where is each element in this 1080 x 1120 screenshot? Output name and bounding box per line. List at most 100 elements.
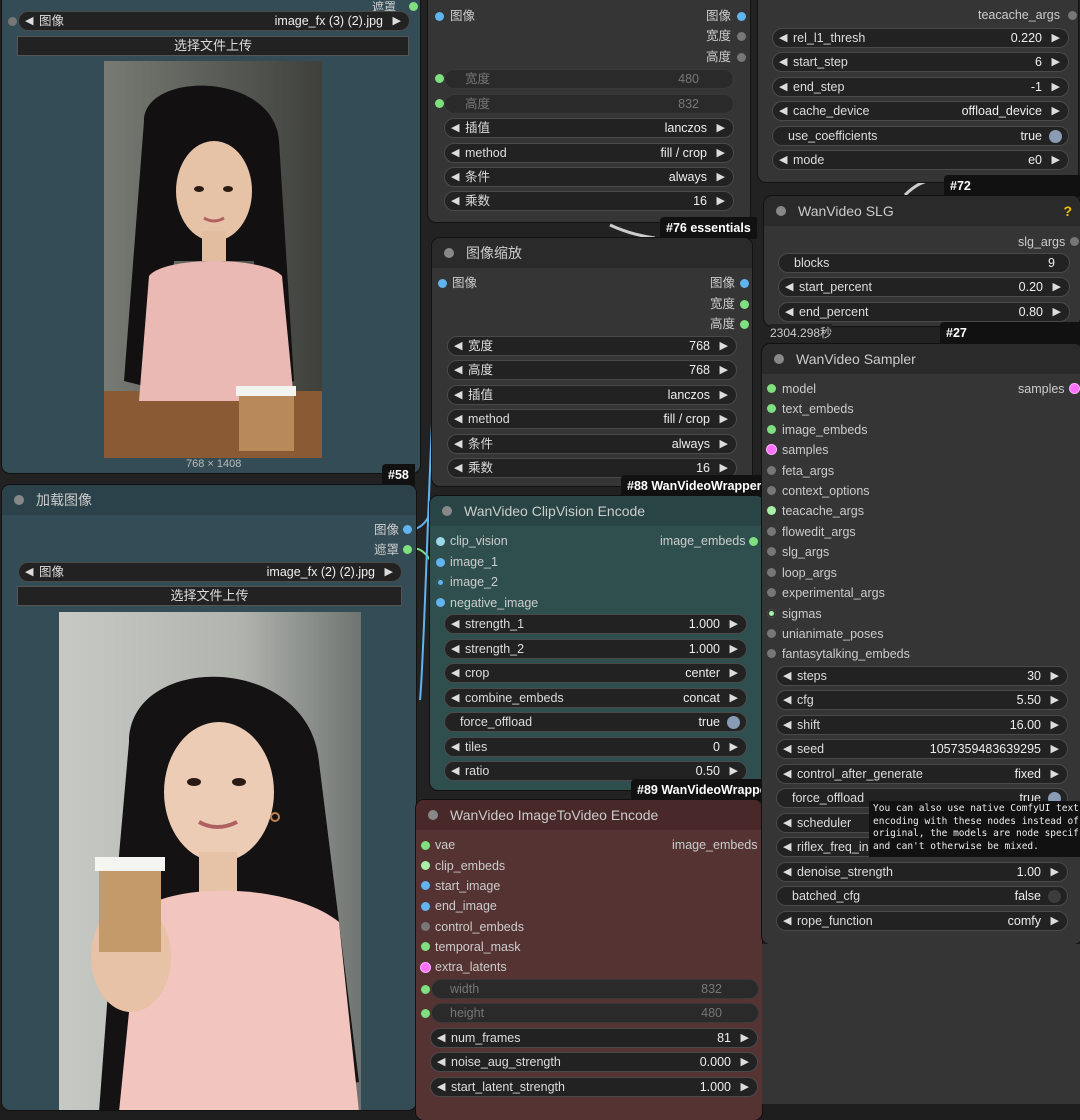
width-output-slot[interactable] xyxy=(740,300,749,309)
clipvision-encode-node[interactable]: WanVideo ClipVision Encode clip_vision i… xyxy=(430,496,764,790)
slg-args-output-slot[interactable] xyxy=(1070,237,1079,246)
vae-input-slot[interactable] xyxy=(421,841,430,850)
image-embeds-input-slot[interactable] xyxy=(767,425,776,434)
image-output-slot[interactable] xyxy=(737,12,746,21)
arrow-left-icon[interactable]: ◀ xyxy=(451,738,459,756)
width-input-slot[interactable] xyxy=(421,985,430,994)
interp-combo[interactable]: ◀ 插值 lanczos ▶ xyxy=(447,385,737,405)
slg-node[interactable]: WanVideo SLG? slg_args blocks 9 ◀ start_pe… xyxy=(764,196,1080,326)
toggle-knob-icon[interactable] xyxy=(1049,130,1062,143)
combine-embeds-combo[interactable]: ◀ combine_embeds concat ▶ xyxy=(444,688,747,708)
arrow-right-icon[interactable]: ▶ xyxy=(1052,29,1060,47)
arrow-left-icon[interactable]: ◀ xyxy=(25,12,33,30)
experimental-args-input-slot[interactable] xyxy=(767,588,776,597)
teacache-args-input-slot[interactable] xyxy=(767,506,776,515)
context-options-input-slot[interactable] xyxy=(767,486,776,495)
arrow-right-icon[interactable]: ▶ xyxy=(717,144,725,162)
image-embeds-output-slot[interactable] xyxy=(749,537,758,546)
blocks-widget[interactable]: blocks 9 xyxy=(778,253,1070,273)
strength-2-widget[interactable]: ◀ strength_2 1.000 ▶ xyxy=(444,639,747,659)
arrow-left-icon[interactable]: ◀ xyxy=(779,29,787,47)
rel-l1-thresh-widget[interactable]: ◀ rel_l1_thresh 0.220 ▶ xyxy=(772,28,1069,48)
toggle-knob-icon[interactable] xyxy=(727,716,740,729)
mode-combo[interactable]: ◀ mode e0 ▶ xyxy=(772,150,1069,170)
arrow-left-icon[interactable]: ◀ xyxy=(783,765,791,783)
start-step-widget[interactable]: ◀ start_step 6 ▶ xyxy=(772,52,1069,72)
condition-combo[interactable]: ◀ 条件 always ▶ xyxy=(444,167,734,187)
samples-input-slot[interactable] xyxy=(767,445,776,454)
arrow-left-icon[interactable]: ◀ xyxy=(785,303,793,321)
use-coefficients-toggle[interactable]: use_coefficients true xyxy=(772,126,1069,146)
arrow-left-icon[interactable]: ◀ xyxy=(454,337,462,355)
arrow-right-icon[interactable]: ▶ xyxy=(385,563,393,581)
image-output-slot[interactable] xyxy=(403,525,412,534)
load-image-node-bottom[interactable]: 加载图像 图像 遮罩 ◀ 图像 image_fx (2) (2).jpg ▶ 选… xyxy=(2,485,416,1110)
height-input-slot[interactable] xyxy=(435,99,444,108)
fantasytalking-embeds-input-slot[interactable] xyxy=(767,649,776,658)
seed-widget[interactable]: ◀ seed 1057359483639295 ▶ xyxy=(776,739,1068,759)
flowedit-args-input-slot[interactable] xyxy=(767,527,776,536)
arrow-left-icon[interactable]: ◀ xyxy=(783,814,791,832)
height-input-slot[interactable] xyxy=(421,1009,430,1018)
unianimate-poses-input-slot[interactable] xyxy=(767,629,776,638)
ratio-widget[interactable]: ◀ ratio 0.50 ▶ xyxy=(444,761,747,781)
end-image-input-slot[interactable] xyxy=(421,902,430,911)
control-after-generate-combo[interactable]: ◀ control_after_generate fixed ▶ xyxy=(776,764,1068,784)
arrow-right-icon[interactable]: ▶ xyxy=(720,337,728,355)
arrow-left-icon[interactable]: ◀ xyxy=(437,1053,445,1071)
image-input-slot[interactable] xyxy=(438,279,447,288)
arrow-left-icon[interactable]: ◀ xyxy=(451,144,459,162)
start-image-input-slot[interactable] xyxy=(421,881,430,890)
arrow-left-icon[interactable]: ◀ xyxy=(779,151,787,169)
rope-function-combo[interactable]: ◀ rope_function comfy ▶ xyxy=(776,911,1068,931)
height-widget[interactable]: ◀ 高度 768 ▶ xyxy=(447,360,737,380)
node-title[interactable]: 图像缩放 xyxy=(432,238,752,268)
arrow-left-icon[interactable]: ◀ xyxy=(451,640,459,658)
arrow-right-icon[interactable]: ▶ xyxy=(720,410,728,428)
arrow-left-icon[interactable]: ◀ xyxy=(454,435,462,453)
arrow-right-icon[interactable]: ▶ xyxy=(1051,691,1059,709)
method-combo[interactable]: ◀ method fill / crop ▶ xyxy=(447,409,737,429)
arrow-left-icon[interactable]: ◀ xyxy=(783,716,791,734)
end-percent-widget[interactable]: ◀ end_percent 0.80 ▶ xyxy=(778,302,1070,322)
shift-widget[interactable]: ◀ shift 16.00 ▶ xyxy=(776,715,1068,735)
slg-args-input-slot[interactable] xyxy=(767,547,776,556)
arrow-left-icon[interactable]: ◀ xyxy=(451,689,459,707)
width-output-slot[interactable] xyxy=(737,32,746,41)
arrow-left-icon[interactable]: ◀ xyxy=(779,102,787,120)
arrow-left-icon[interactable]: ◀ xyxy=(451,615,459,633)
collapse-dot-icon[interactable] xyxy=(442,506,452,516)
image-input-slot[interactable] xyxy=(435,12,444,21)
arrow-right-icon[interactable]: ▶ xyxy=(1052,53,1060,71)
load-image-node-top[interactable]: 遮罩 ◀ 图像 image_fx (3) (2).jpg ▶ 选择文件上传 76… xyxy=(2,0,420,473)
arrow-left-icon[interactable]: ◀ xyxy=(454,459,462,477)
steps-widget[interactable]: ◀ steps 30 ▶ xyxy=(776,666,1068,686)
denoise-strength-widget[interactable]: ◀ denoise_strength 1.00 ▶ xyxy=(776,862,1068,882)
arrow-right-icon[interactable]: ▶ xyxy=(1051,863,1059,881)
crop-combo[interactable]: ◀ crop center ▶ xyxy=(444,663,747,683)
arrow-right-icon[interactable]: ▶ xyxy=(730,762,738,780)
arrow-left-icon[interactable]: ◀ xyxy=(451,168,459,186)
extra-latents-input-slot[interactable] xyxy=(421,963,430,972)
collapse-dot-icon[interactable] xyxy=(444,248,454,258)
arrow-left-icon[interactable]: ◀ xyxy=(783,740,791,758)
height-output-slot[interactable] xyxy=(740,320,749,329)
node-title[interactable]: WanVideo Sampler xyxy=(762,344,1080,374)
arrow-right-icon[interactable]: ▶ xyxy=(1051,667,1059,685)
arrow-right-icon[interactable]: ▶ xyxy=(741,1078,749,1096)
arrow-left-icon[interactable]: ◀ xyxy=(783,667,791,685)
end-step-widget[interactable]: ◀ end_step -1 ▶ xyxy=(772,77,1069,97)
arrow-right-icon[interactable]: ▶ xyxy=(393,12,401,30)
arrow-left-icon[interactable]: ◀ xyxy=(451,119,459,137)
node-title[interactable]: WanVideo SLG? xyxy=(764,196,1080,226)
image-file-combo[interactable]: ◀ 图像 image_fx (3) (2).jpg ▶ xyxy=(18,11,410,31)
arrow-left-icon[interactable]: ◀ xyxy=(783,863,791,881)
method-combo[interactable]: ◀ method fill / crop ▶ xyxy=(444,143,734,163)
negative-image-input-slot[interactable] xyxy=(436,598,445,607)
teacache-args-output-slot[interactable] xyxy=(1068,11,1077,20)
image-output-slot[interactable] xyxy=(740,279,749,288)
arrow-right-icon[interactable]: ▶ xyxy=(1051,716,1059,734)
interp-combo[interactable]: ◀ 插值 lanczos ▶ xyxy=(444,118,734,138)
loop-args-input-slot[interactable] xyxy=(767,568,776,577)
arrow-right-icon[interactable]: ▶ xyxy=(1053,303,1061,321)
